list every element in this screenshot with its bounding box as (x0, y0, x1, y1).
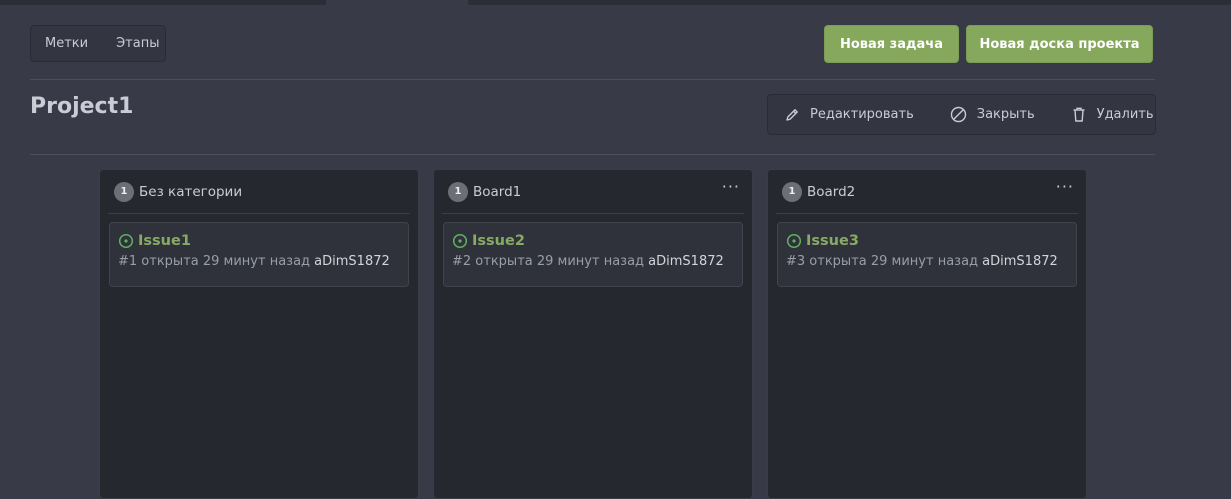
close-label: Закрыть (976, 107, 1035, 122)
issue-opened-icon (118, 233, 134, 249)
delete-project-button[interactable]: Удалить (1071, 106, 1154, 123)
column-header: 1 Без категории (108, 170, 410, 214)
close-project-button[interactable]: Закрыть (950, 106, 1035, 123)
issue-meta: #2 открыта 29 минут назад (452, 254, 645, 269)
kebab-horizontal-icon[interactable]: ··· (722, 179, 740, 195)
page-title: Project1 (30, 94, 134, 119)
pencil-icon (786, 108, 798, 121)
issue-author-link[interactable]: aDimS1872 (982, 254, 1058, 269)
project-actions-bar: Редактировать Закрыть Удалить (767, 94, 1156, 135)
issue-count-badge: 1 (114, 181, 134, 202)
new-issue-button[interactable]: Новая задача (824, 25, 959, 63)
trash-icon (1073, 107, 1085, 122)
issue-title-link[interactable]: Issue1 (138, 233, 191, 249)
divider (30, 79, 1155, 80)
ban-icon (950, 106, 966, 123)
edit-label: Редактировать (810, 107, 914, 122)
kebab-horizontal-icon[interactable]: ··· (1056, 179, 1074, 195)
issue-card[interactable]: Issue1 #1 открыта 29 минут назад aDimS18… (109, 222, 409, 287)
top-strip-left (0, 0, 326, 5)
issue-opened-icon (786, 233, 802, 249)
top-tab-strip (0, 0, 1231, 5)
issue-title-link[interactable]: Issue3 (806, 233, 859, 249)
labels-link[interactable]: Метки (31, 36, 102, 51)
board-column-board2: 1 Board2 ··· Issue3 #3 открыта 29 минут … (767, 169, 1087, 499)
board-column-uncategorized: 1 Без категории Issue1 #1 открыта 29 мин… (99, 169, 419, 499)
top-strip-right (468, 0, 1231, 5)
issue-card[interactable]: Issue3 #3 открыта 29 минут назад aDimS18… (777, 222, 1077, 287)
issue-opened-icon (452, 233, 468, 249)
column-title: Без категории (139, 183, 243, 200)
labels-milestones-menu: Метки Этапы (30, 25, 166, 62)
divider (30, 154, 1155, 155)
edit-project-button[interactable]: Редактировать (784, 107, 914, 123)
delete-label: Удалить (1096, 107, 1154, 122)
column-title: Board2 (807, 183, 856, 200)
issue-meta: #1 открыта 29 минут назад (118, 254, 311, 269)
issue-meta: #3 открыта 29 минут назад (786, 254, 979, 269)
column-header: 1 Board2 ··· (776, 170, 1078, 214)
issue-title-link[interactable]: Issue2 (472, 233, 525, 249)
issue-card[interactable]: Issue2 #2 открыта 29 минут назад aDimS18… (443, 222, 743, 287)
milestones-link[interactable]: Этапы (102, 36, 173, 51)
new-project-board-button[interactable]: Новая доска проекта (966, 25, 1153, 63)
board-column-board1: 1 Board1 ··· Issue2 #2 открыта 29 минут … (433, 169, 753, 499)
issue-author-link[interactable]: aDimS1872 (314, 254, 390, 269)
issue-count-badge: 1 (448, 181, 468, 202)
column-title: Board1 (473, 183, 522, 200)
issue-author-link[interactable]: aDimS1872 (648, 254, 724, 269)
issue-count-badge: 1 (782, 181, 802, 202)
column-header: 1 Board1 ··· (442, 170, 744, 214)
